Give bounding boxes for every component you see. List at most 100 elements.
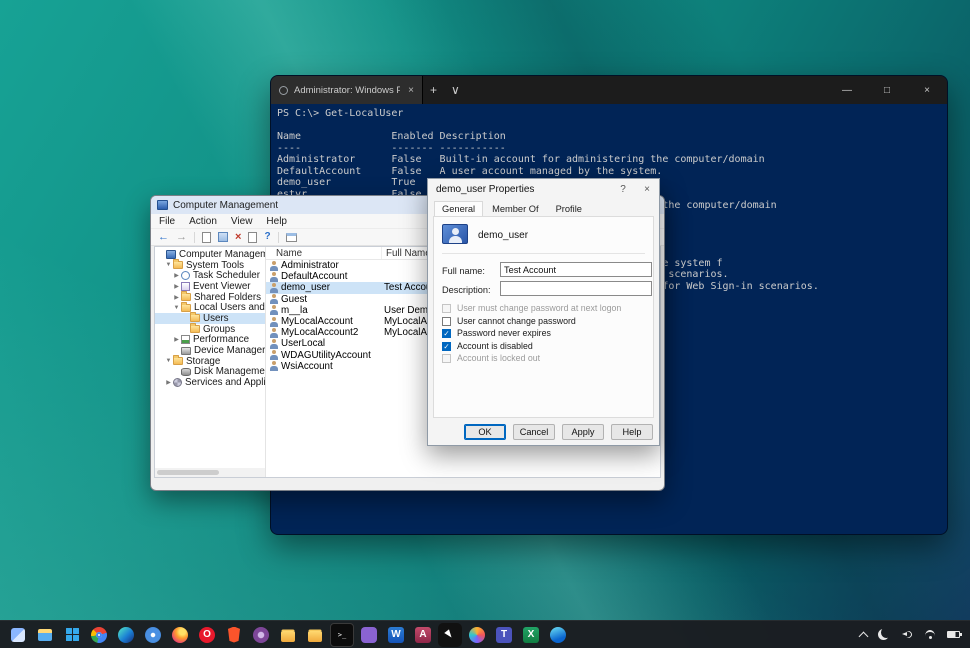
checkbox-icon[interactable]	[442, 354, 451, 363]
chevron-right-icon[interactable]: ▶	[172, 272, 181, 279]
start-button[interactable]	[60, 623, 84, 647]
chevron-right-icon[interactable]: ▶	[164, 379, 173, 386]
delete-icon[interactable]: ×	[235, 232, 241, 243]
help-button[interactable]: Help	[611, 424, 653, 440]
tree-item-label: Computer Management (Local	[179, 249, 265, 260]
tree-item-services-and-applications[interactable]: ▶Services and Applications	[155, 377, 265, 388]
user-name: demo_user	[278, 282, 379, 293]
tab-general[interactable]: General	[434, 201, 483, 217]
menu-help[interactable]: Help	[266, 216, 287, 227]
list-view-icon[interactable]	[218, 232, 228, 242]
new-tab-button[interactable]: +	[423, 83, 444, 97]
tab-close-icon[interactable]: ×	[406, 85, 414, 96]
terminal-tab[interactable]: Administrator: Windows Pow ×	[271, 76, 423, 104]
volume-icon[interactable]	[900, 629, 913, 640]
close-button[interactable]: ×	[907, 76, 947, 104]
cursor-icon[interactable]	[438, 623, 462, 647]
checkbox-row-account-is-disabled[interactable]: ✓Account is disabled	[442, 341, 533, 351]
menu-file[interactable]: File	[159, 216, 175, 227]
chevron-right-icon[interactable]: ▶	[172, 336, 181, 343]
firefox-icon[interactable]	[168, 623, 192, 647]
widgets-icon[interactable]	[6, 623, 30, 647]
checkbox-checked-icon[interactable]: ✓	[442, 342, 451, 351]
checkbox-icon[interactable]	[442, 304, 451, 313]
hidden-icons-chevron-icon[interactable]	[859, 631, 869, 641]
edge-icon[interactable]	[114, 623, 138, 647]
checkbox-icon[interactable]	[442, 317, 451, 326]
teams-icon[interactable]: T	[492, 623, 516, 647]
apply-button[interactable]: Apply	[562, 424, 604, 440]
tree-item-label: Storage	[186, 356, 220, 367]
tree-item-disk-management[interactable]: Disk Management	[155, 367, 265, 378]
brave-icon[interactable]	[222, 623, 246, 647]
full-name-input[interactable]: Test Account	[500, 262, 652, 277]
help-icon[interactable]: ?	[264, 232, 270, 242]
access-icon[interactable]: A	[411, 623, 435, 647]
chevron-down-icon[interactable]: ▼	[164, 262, 173, 268]
properties-icon[interactable]	[248, 232, 257, 243]
tree-item-storage[interactable]: ▼ Storage	[155, 356, 265, 367]
column-header-name[interactable]: Name	[266, 247, 382, 259]
chevron-down-icon[interactable]: ▼	[164, 358, 173, 364]
dialog-close-button[interactable]: ×	[635, 179, 659, 199]
description-input[interactable]	[500, 281, 652, 296]
icon-glyph: O	[203, 629, 211, 640]
menu-view[interactable]: View	[231, 216, 253, 227]
powershell-titlebar[interactable]: Administrator: Windows Pow × + ∨ — □ ×	[271, 76, 947, 104]
file-explorer-icon[interactable]	[33, 623, 57, 647]
checkbox-row-must-change-password[interactable]: User must change password at next logon	[442, 303, 621, 313]
window-panes-icon[interactable]	[286, 233, 297, 242]
dialog-help-button[interactable]: ?	[611, 179, 635, 199]
tree-item-local-users-and-groups[interactable]: ▼Local Users and Groups	[155, 302, 265, 313]
tab-profile[interactable]: Profile	[548, 201, 590, 216]
chevron-right-icon[interactable]: ▶	[172, 283, 181, 290]
forward-arrow-icon[interactable]: →	[176, 232, 187, 243]
tree-item-device-manager[interactable]: Device Manager	[155, 345, 265, 356]
wifi-icon[interactable]	[924, 630, 936, 639]
horizontal-scrollbar[interactable]	[155, 468, 265, 477]
chevron-down-icon[interactable]: ▼	[172, 305, 181, 311]
tree-item-task-scheduler[interactable]: ▶Task Scheduler	[155, 270, 265, 281]
tab-member-of[interactable]: Member Of	[484, 201, 547, 216]
chrome-icon[interactable]	[87, 623, 111, 647]
tree-item-system-tools[interactable]: ▼System Tools	[155, 260, 265, 271]
tree-item-performance[interactable]: ▶Performance	[155, 335, 265, 346]
ok-button[interactable]: OK	[464, 424, 506, 440]
checkbox-checked-icon[interactable]: ✓	[442, 329, 451, 338]
scrollbar-thumb[interactable]	[157, 470, 219, 475]
document-icon[interactable]	[202, 232, 211, 243]
spark-icon[interactable]	[465, 623, 489, 647]
tree-item-users[interactable]: Users	[155, 313, 265, 324]
dialog-titlebar[interactable]: demo_user Properties ? ×	[428, 179, 659, 199]
opera-icon[interactable]: O	[195, 623, 219, 647]
excel-icon[interactable]: X	[519, 623, 543, 647]
checkbox-row-cannot-change-password[interactable]: User cannot change password	[442, 316, 576, 326]
tor-browser-icon[interactable]	[249, 623, 273, 647]
tab-dropdown-icon[interactable]: ∨	[444, 83, 467, 97]
checkbox-row-account-is-locked-out[interactable]: Account is locked out	[442, 353, 540, 363]
maximize-button[interactable]: □	[867, 76, 907, 104]
checkbox-row-password-never-expires[interactable]: ✓Password never expires	[442, 328, 551, 338]
visual-studio-icon[interactable]	[357, 623, 381, 647]
battery-icon[interactable]	[947, 631, 960, 638]
edge-beta-icon[interactable]	[546, 623, 570, 647]
tree-item-label: Event Viewer	[193, 281, 251, 292]
tree-item-event-viewer[interactable]: ▶ Event Viewer	[155, 281, 265, 292]
chromium-icon[interactable]	[141, 623, 165, 647]
folder-icon[interactable]	[303, 623, 327, 647]
checkbox-label: Account is locked out	[457, 353, 540, 363]
tree-item-groups[interactable]: Groups	[155, 324, 265, 335]
task-scheduler-icon	[181, 271, 190, 280]
menu-action[interactable]: Action	[189, 216, 217, 227]
word-icon[interactable]: W	[384, 623, 408, 647]
chevron-right-icon[interactable]: ▶	[172, 294, 181, 301]
night-light-icon[interactable]	[878, 629, 889, 640]
terminal-icon[interactable]: >_	[330, 623, 354, 647]
tree-item-computer-management[interactable]: Computer Management (Local	[155, 249, 265, 260]
back-arrow-icon[interactable]: ←	[158, 232, 169, 243]
folder-icon[interactable]	[276, 623, 300, 647]
minimize-button[interactable]: —	[827, 76, 867, 104]
tree-item-shared-folders[interactable]: ▶Shared Folders	[155, 292, 265, 303]
dialog-tab-strip: General Member Of Profile	[428, 199, 659, 216]
cancel-button[interactable]: Cancel	[513, 424, 555, 440]
